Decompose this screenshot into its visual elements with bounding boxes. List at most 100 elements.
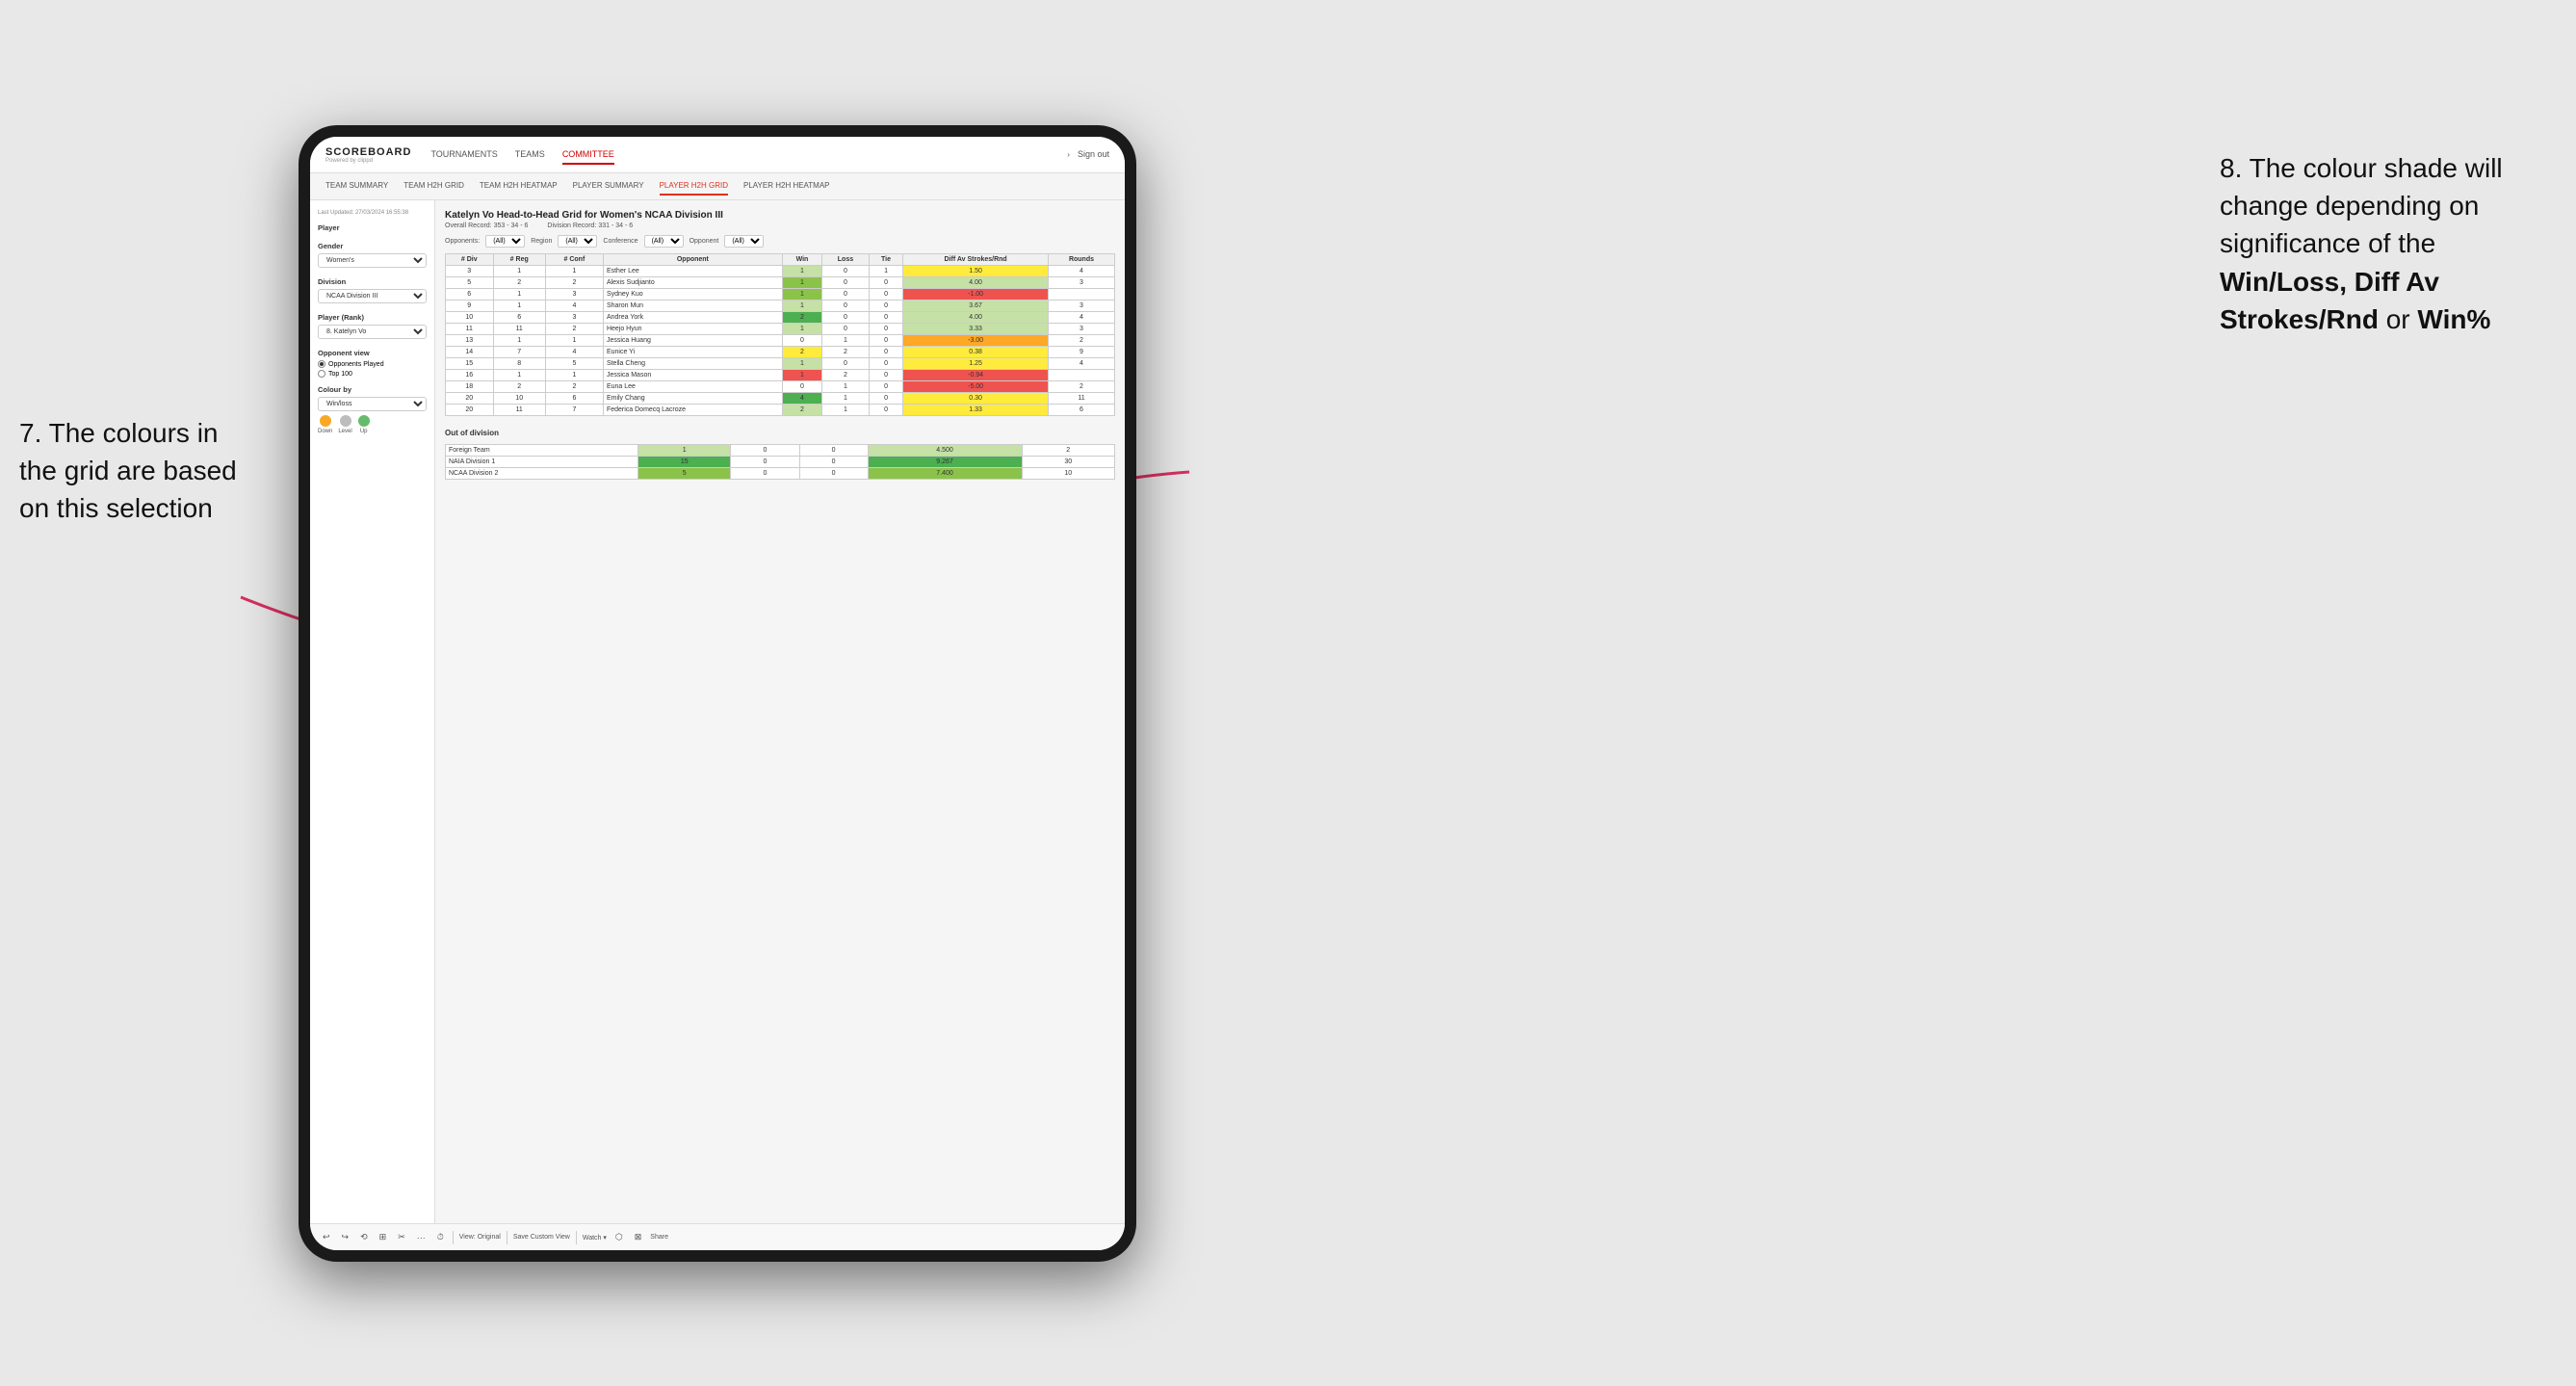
- toolbar-undo[interactable]: ↩: [320, 1231, 333, 1243]
- out-of-division-header: Out of division: [445, 426, 1115, 440]
- cell-tie: 1: [869, 266, 902, 277]
- cell-div: 20: [446, 405, 494, 416]
- opponents-filter-select[interactable]: (All): [485, 235, 525, 248]
- cell-conf: 2: [545, 277, 603, 289]
- cell-tie: 0: [869, 324, 902, 335]
- sidebar-player-rank-select[interactable]: 8. Katelyn Vo: [318, 325, 427, 339]
- table-row: 18 2 2 Euna Lee 0 1 0 -5.00 2: [446, 381, 1115, 393]
- main-table: # Div # Reg # Conf Opponent Win Loss Tie…: [445, 253, 1115, 416]
- cell-conf: 1: [545, 266, 603, 277]
- logo-area: SCOREBOARD Powered by clippd: [325, 146, 411, 164]
- nav-teams[interactable]: TEAMS: [515, 145, 545, 165]
- table-row: 11 11 2 Heejo Hyun 1 0 0 3.33 3: [446, 324, 1115, 335]
- cell-diff: 3.33: [903, 324, 1049, 335]
- toolbar-view-label[interactable]: View: Original: [459, 1234, 501, 1241]
- sidebar-gender-section: Gender Women's: [318, 242, 427, 268]
- toolbar-cut[interactable]: ✂: [395, 1231, 408, 1243]
- cell-div: 20: [446, 393, 494, 405]
- cell-diff: 1.33: [903, 405, 1049, 416]
- cell-opponent: NCAA Division 2: [446, 468, 638, 480]
- radio-top100[interactable]: Top 100: [318, 370, 427, 378]
- cell-div: 5: [446, 277, 494, 289]
- cell-opponent: Jessica Huang: [603, 335, 782, 347]
- sidebar: Last Updated: 27/03/2024 16:55:38 Player…: [310, 200, 435, 1223]
- cell-opponent: Jessica Mason: [603, 370, 782, 381]
- nav-signout[interactable]: Sign out: [1078, 145, 1109, 165]
- cell-reg: 2: [493, 277, 545, 289]
- nav-tournaments[interactable]: TOURNAMENTS: [430, 145, 497, 165]
- cell-rounds: [1048, 370, 1114, 381]
- cell-reg: 1: [493, 335, 545, 347]
- main-content: Last Updated: 27/03/2024 16:55:38 Player…: [310, 200, 1125, 1223]
- cell-div: 6: [446, 289, 494, 301]
- cell-diff: 1.25: [903, 358, 1049, 370]
- sidebar-player-label: Player: [318, 223, 427, 232]
- grid-subtitle: Overall Record: 353 - 34 - 6 Division Re…: [445, 222, 1115, 229]
- cell-win: 2: [782, 405, 821, 416]
- cell-tie: 0: [869, 381, 902, 393]
- toolbar-refresh[interactable]: ⟲: [357, 1231, 371, 1243]
- col-loss: Loss: [822, 254, 870, 266]
- cell-reg: 11: [493, 324, 545, 335]
- sidebar-division-select[interactable]: NCAA Division III: [318, 289, 427, 303]
- cell-loss: 0: [822, 301, 870, 312]
- toolbar-timer[interactable]: ⏱: [434, 1231, 447, 1243]
- toolbar-save-label[interactable]: Save Custom View: [513, 1234, 570, 1241]
- col-tie: Tie: [869, 254, 902, 266]
- cell-tie: 0: [799, 457, 868, 468]
- toolbar-share-btn[interactable]: ⊠: [632, 1231, 645, 1243]
- subnav-player-h2h-heatmap[interactable]: PLAYER H2H HEATMAP: [743, 177, 830, 196]
- sidebar-colour-label: Colour by: [318, 385, 427, 394]
- cell-tie: 0: [799, 445, 868, 457]
- cell-diff: 9.267: [868, 457, 1022, 468]
- subnav-team-summary[interactable]: TEAM SUMMARY: [325, 177, 388, 196]
- overall-record: Overall Record: 353 - 34 - 6: [445, 222, 528, 229]
- sidebar-player-section: Player: [318, 223, 427, 232]
- cell-reg: 7: [493, 347, 545, 358]
- table-row: 6 1 3 Sydney Kuo 1 0 0 -1.00: [446, 289, 1115, 301]
- toolbar-redo[interactable]: ↪: [339, 1231, 352, 1243]
- toolbar-grid[interactable]: ⊞: [377, 1231, 390, 1243]
- sidebar-colour-select[interactable]: Win/loss: [318, 397, 427, 411]
- cell-div: 11: [446, 324, 494, 335]
- table-row: NAIA Division 1 15 0 0 9.267 30: [446, 457, 1115, 468]
- nav-committee[interactable]: COMMITTEE: [562, 145, 614, 165]
- subnav-player-summary[interactable]: PLAYER SUMMARY: [573, 177, 644, 196]
- cell-conf: 3: [545, 312, 603, 324]
- cell-loss: 0: [731, 445, 799, 457]
- toolbar-dots[interactable]: ···: [414, 1232, 429, 1243]
- table-row: 16 1 1 Jessica Mason 1 2 0 -0.94: [446, 370, 1115, 381]
- opponents-filter-label: Opponents:: [445, 238, 480, 245]
- radio-opponents-played[interactable]: Opponents Played: [318, 360, 427, 368]
- subnav-team-h2h-heatmap[interactable]: TEAM H2H HEATMAP: [480, 177, 558, 196]
- sidebar-opponent-view-section: Opponent view Opponents Played Top 100: [318, 349, 427, 378]
- legend-level: Level: [338, 415, 351, 434]
- cell-loss: 1: [822, 393, 870, 405]
- legend-level-dot: [340, 415, 351, 427]
- sidebar-gender-select[interactable]: Women's: [318, 253, 427, 268]
- cell-rounds: 10: [1022, 468, 1114, 480]
- conference-filter-select[interactable]: (All): [644, 235, 684, 248]
- toolbar-watch-label[interactable]: Watch ▾: [583, 1234, 607, 1242]
- subnav-team-h2h-grid[interactable]: TEAM H2H GRID: [403, 177, 464, 196]
- legend-down: Down: [318, 415, 332, 434]
- subnav-player-h2h-grid[interactable]: PLAYER H2H GRID: [660, 177, 728, 196]
- cell-loss: 0: [822, 277, 870, 289]
- logo-sub: Powered by clippd: [325, 158, 411, 164]
- opponent-filter-select[interactable]: (All): [724, 235, 764, 248]
- cell-loss: 0: [822, 289, 870, 301]
- table-row: 20 10 6 Emily Chang 4 1 0 0.30 11: [446, 393, 1115, 405]
- cell-tie: 0: [869, 301, 902, 312]
- cell-rounds: 2: [1022, 445, 1114, 457]
- cell-win: 1: [782, 301, 821, 312]
- cell-conf: 3: [545, 289, 603, 301]
- radio-opponents-played-label: Opponents Played: [328, 361, 384, 368]
- region-filter-select[interactable]: (All): [558, 235, 597, 248]
- out-of-division-table: Foreign Team 1 0 0 4.500 2 NAIA Division…: [445, 444, 1115, 480]
- toolbar-share-icon[interactable]: ⬡: [612, 1231, 626, 1243]
- cell-div: 14: [446, 347, 494, 358]
- toolbar-share-label[interactable]: Share: [650, 1234, 668, 1241]
- cell-win: 0: [782, 381, 821, 393]
- table-row: Foreign Team 1 0 0 4.500 2: [446, 445, 1115, 457]
- cell-win: 2: [782, 312, 821, 324]
